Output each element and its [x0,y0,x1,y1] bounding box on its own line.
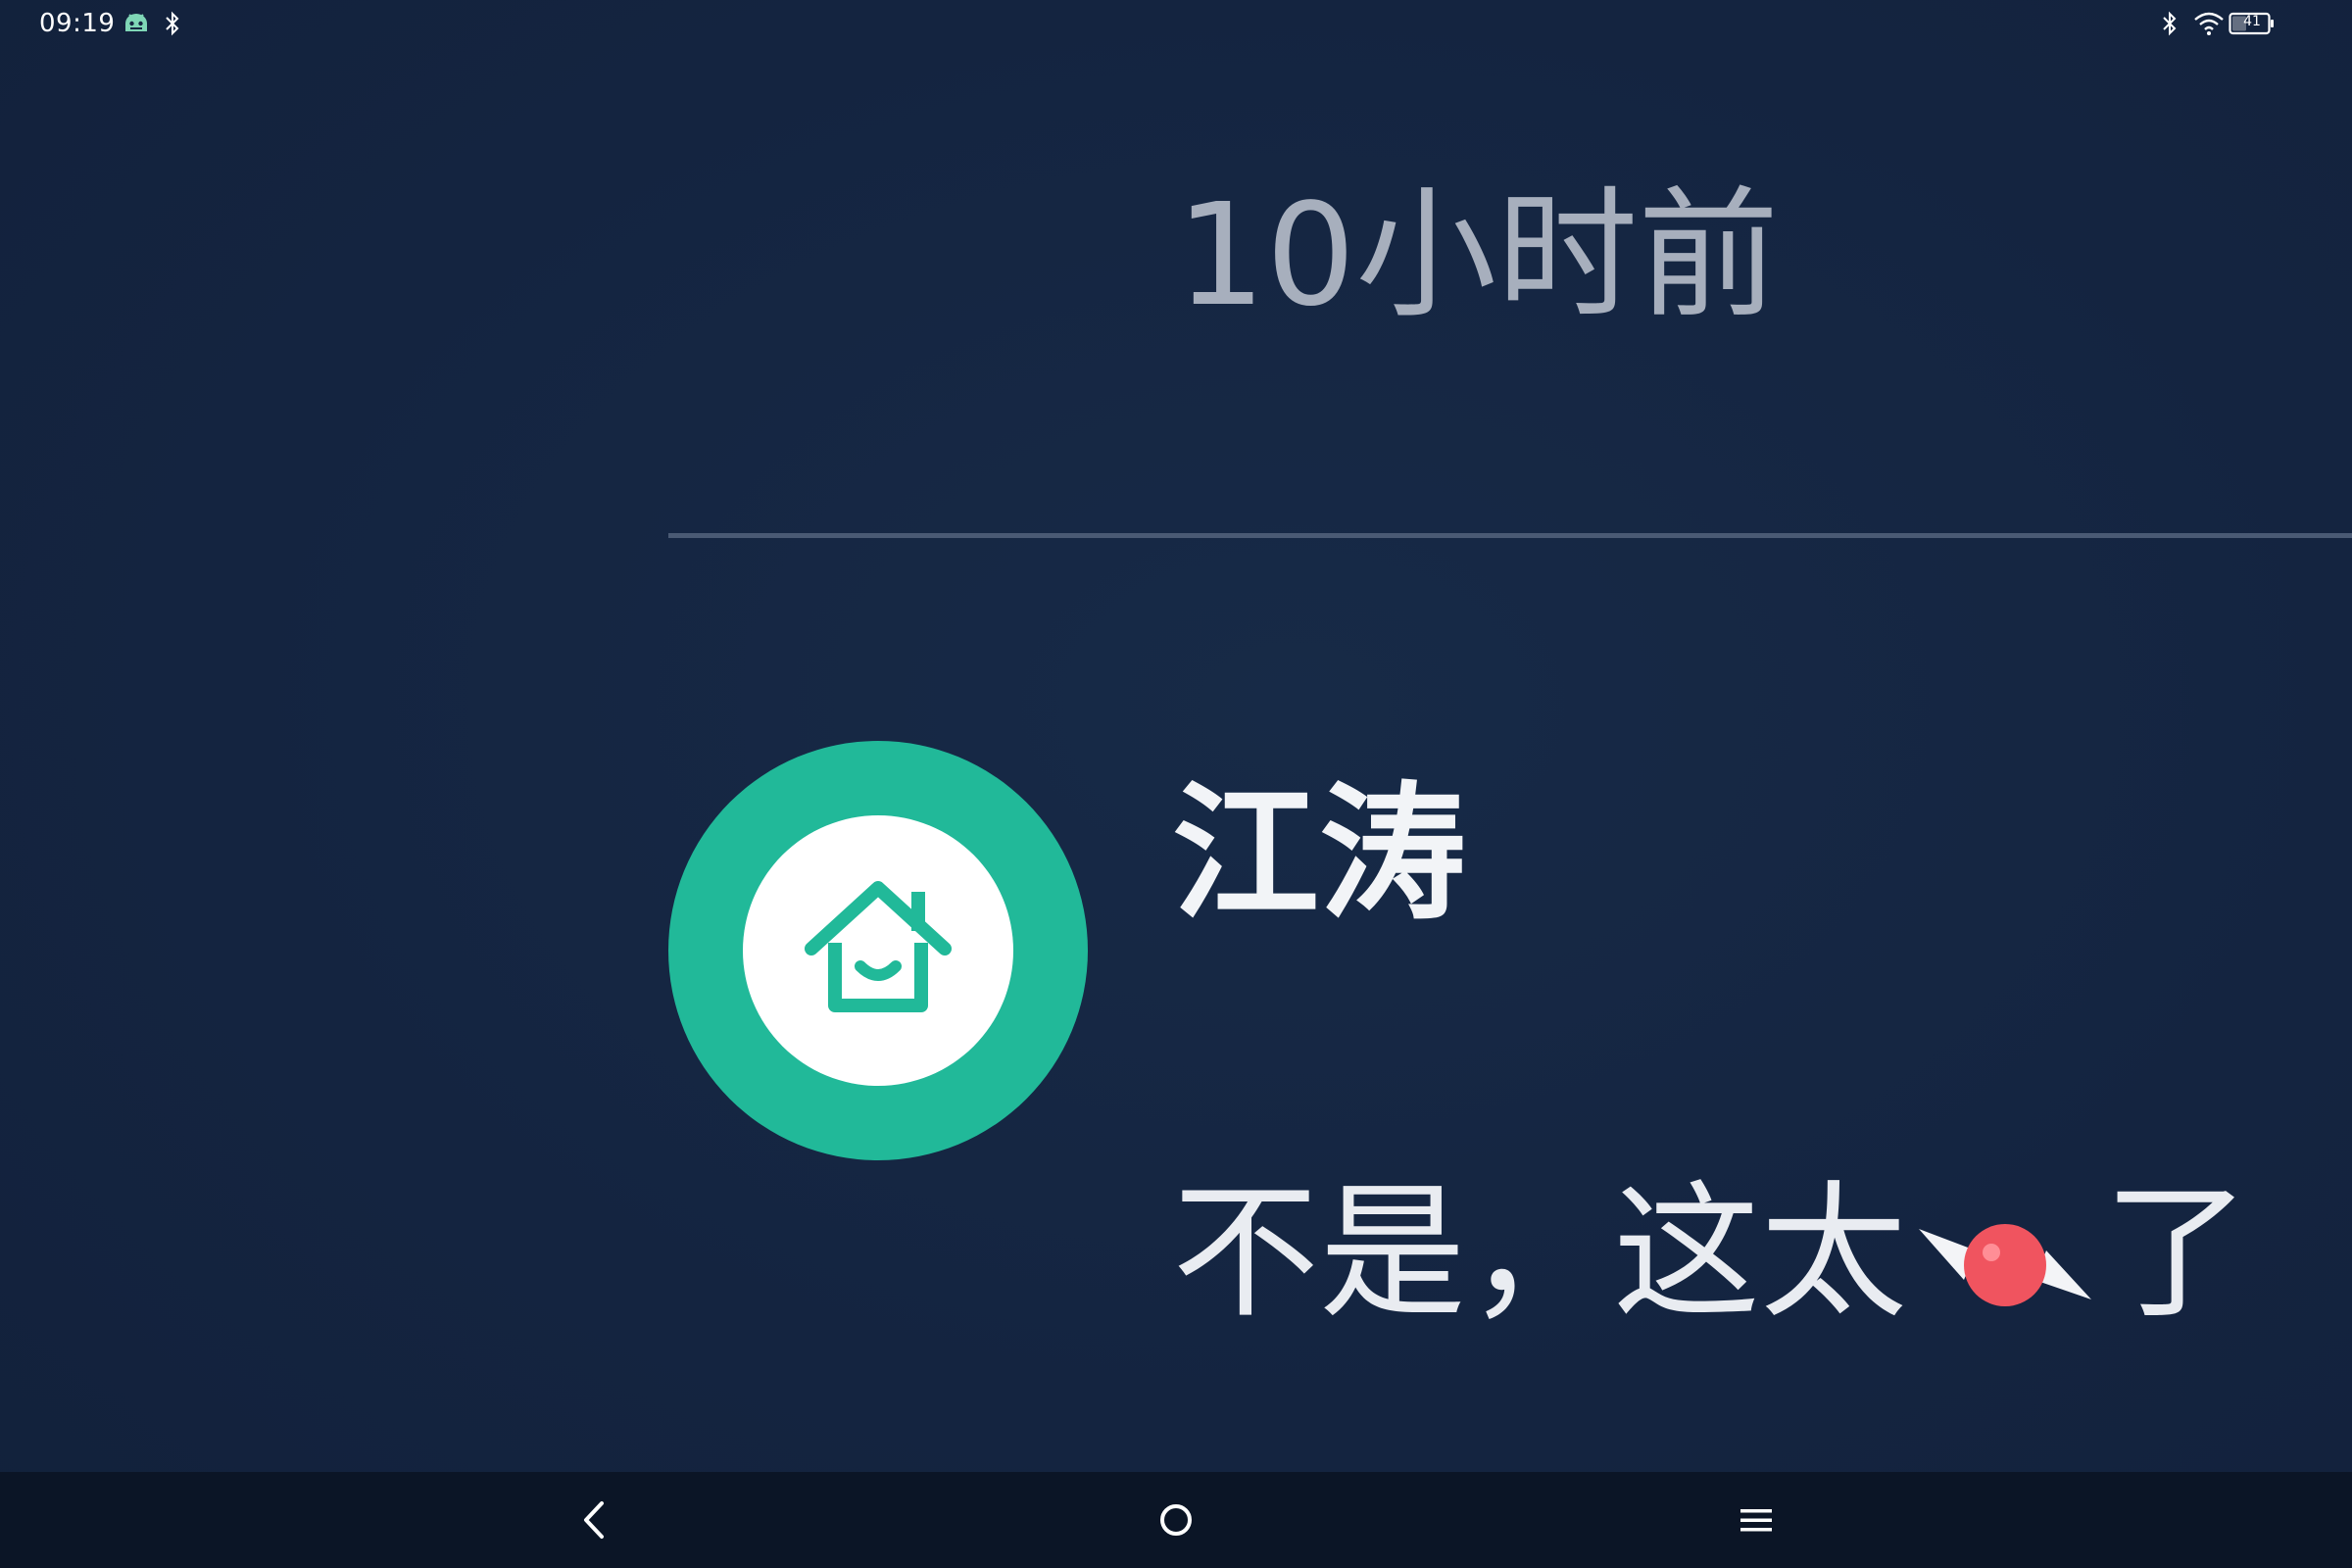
bluetooth-icon [2163,11,2177,36]
message-text-tail: 了 [2103,1168,2251,1339]
message-preview[interactable]: 不是，这太 了 [1172,1160,2352,1347]
list-divider [668,533,2352,538]
avatar[interactable] [668,741,1088,1160]
navigation-bar [0,1472,2352,1568]
battery-level: 41 [2243,14,2261,29]
wifi-icon [2194,12,2224,35]
home-icon [805,881,952,1012]
bluetooth-icon [166,11,179,36]
menu-icon[interactable] [1732,1495,1781,1544]
message-text: 不是，这太 [1172,1168,1908,1339]
back-chevron-icon[interactable] [570,1495,619,1544]
home-circle-icon[interactable] [1152,1495,1200,1544]
screen: 09:19 41 10小时前 江涛 不是，这太 了 [0,0,2352,1568]
avatar-inner [743,815,1013,1086]
message-timestamp: 10小时前 [1176,172,1780,337]
status-time: 09:19 [39,9,116,38]
message-sender-name[interactable]: 江涛 [1172,766,1466,943]
android-bot-icon [125,14,147,31]
status-bar: 09:19 41 [0,0,2352,49]
candy-icon [1919,1223,2092,1306]
